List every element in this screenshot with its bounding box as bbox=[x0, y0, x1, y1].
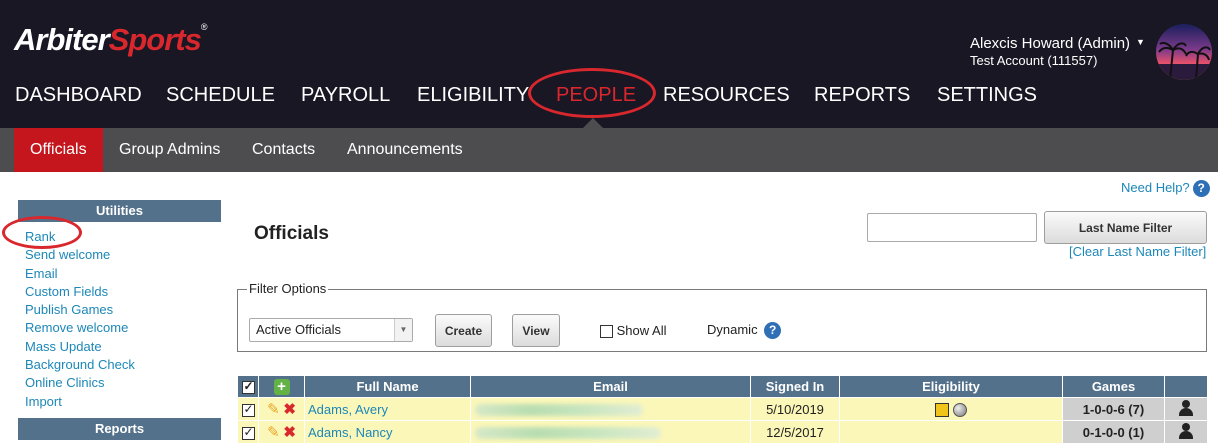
sidebar-link-online-clinics[interactable]: Online Clinics bbox=[25, 374, 135, 392]
person-icon[interactable] bbox=[1177, 399, 1195, 417]
dynamic-option: Dynamic ? bbox=[707, 322, 782, 340]
select-all-checkbox[interactable] bbox=[241, 379, 255, 395]
sidebar-link-email[interactable]: Email bbox=[25, 265, 135, 283]
arbitersports-logo[interactable]: ArbiterSports® bbox=[14, 22, 208, 58]
logo-trademark: ® bbox=[200, 22, 208, 32]
table-row: ✎ ✖ Adams, Nancy 12/5/2017 0-1-0-0 (1) bbox=[237, 420, 1208, 444]
account-name: Test Account (111557) bbox=[970, 53, 1098, 68]
active-nav-pointer bbox=[583, 118, 603, 128]
sidebar-link-custom-fields[interactable]: Custom Fields bbox=[25, 283, 135, 301]
row-full-name[interactable]: Adams, Nancy bbox=[304, 420, 471, 444]
tab-group-admins[interactable]: Group Admins bbox=[103, 128, 236, 172]
filter-select-value: Active Officials bbox=[256, 322, 342, 337]
help-icon[interactable]: ? bbox=[1192, 180, 1210, 198]
add-official-header[interactable]: + bbox=[258, 375, 305, 398]
reports-header: Reports bbox=[18, 418, 221, 440]
table-header-row: + Full Name Email Signed In Eligibility … bbox=[237, 375, 1208, 398]
sidebar-link-mass-update[interactable]: Mass Update bbox=[25, 338, 135, 356]
sidebar-link-import[interactable]: Import bbox=[25, 393, 135, 411]
eligibility-ball-icon[interactable] bbox=[953, 402, 967, 417]
column-signed-in[interactable]: Signed In bbox=[750, 375, 840, 398]
nav-schedule[interactable]: SCHEDULE bbox=[166, 84, 275, 107]
delete-x-icon[interactable]: ✖ bbox=[283, 400, 296, 418]
dynamic-label: Dynamic bbox=[707, 322, 758, 337]
sidebar-link-background-check[interactable]: Background Check bbox=[25, 356, 135, 374]
column-email[interactable]: Email bbox=[470, 375, 751, 398]
need-help-link[interactable]: Need Help?? bbox=[1121, 180, 1210, 198]
dynamic-help-icon[interactable]: ? bbox=[764, 322, 782, 340]
user-menu[interactable]: Alexcis Howard (Admin) ▼ Test Account (1… bbox=[970, 35, 1145, 68]
column-full-name[interactable]: Full Name bbox=[304, 375, 471, 398]
nav-resources[interactable]: RESOURCES bbox=[663, 84, 790, 107]
user-avatar[interactable] bbox=[1156, 24, 1212, 80]
logo-accent-text: Sports bbox=[108, 22, 202, 57]
eligibility-badge-icon[interactable] bbox=[935, 402, 949, 417]
officials-table: + Full Name Email Signed In Eligibility … bbox=[237, 375, 1208, 444]
logo-main-text: Arbiter bbox=[14, 22, 110, 57]
nav-payroll[interactable]: PAYROLL bbox=[301, 84, 390, 107]
filter-select[interactable]: Active Officials ▼ bbox=[249, 318, 413, 342]
show-all-label: Show All bbox=[616, 323, 667, 338]
pencil-icon[interactable]: ✎ bbox=[267, 400, 280, 418]
row-games[interactable]: 1-0-0-6 (7) bbox=[1062, 397, 1165, 421]
rank-highlight-circle bbox=[2, 216, 82, 249]
show-all-checkbox[interactable] bbox=[600, 325, 613, 339]
create-filter-button[interactable]: Create bbox=[435, 314, 492, 347]
sub-nav: Officials Group Admins Contacts Announce… bbox=[0, 128, 1218, 172]
nav-reports[interactable]: REPORTS bbox=[814, 84, 910, 107]
app: ArbiterSports® Alexcis Howard (Admin) ▼ … bbox=[0, 0, 1218, 445]
user-name[interactable]: Alexcis Howard (Admin) bbox=[970, 35, 1130, 52]
top-header: ArbiterSports® Alexcis Howard (Admin) ▼ … bbox=[0, 0, 1218, 128]
clear-last-name-filter-link[interactable]: [Clear Last Name Filter] bbox=[1069, 244, 1206, 259]
nav-settings[interactable]: SETTINGS bbox=[937, 84, 1037, 107]
redacted-email-blur bbox=[475, 404, 643, 417]
delete-x-icon[interactable]: ✖ bbox=[283, 423, 296, 441]
add-plus-icon[interactable]: + bbox=[273, 378, 290, 395]
person-icon[interactable] bbox=[1177, 422, 1195, 440]
row-email-redacted bbox=[470, 397, 751, 421]
row-signed-in: 12/5/2017 bbox=[750, 420, 840, 444]
row-select-cell[interactable] bbox=[237, 420, 259, 444]
people-highlight-circle bbox=[528, 68, 656, 118]
row-eligibility bbox=[839, 397, 1063, 421]
nav-dashboard[interactable]: DASHBOARD bbox=[15, 84, 142, 107]
row-email-redacted bbox=[470, 420, 751, 444]
row-full-name[interactable]: Adams, Avery bbox=[304, 397, 471, 421]
sidebar-link-send-welcome[interactable]: Send welcome bbox=[25, 246, 135, 264]
row-signed-in: 5/10/2019 bbox=[750, 397, 840, 421]
sidebar-link-publish-games[interactable]: Publish Games bbox=[25, 301, 135, 319]
tab-officials[interactable]: Officials bbox=[14, 128, 103, 172]
last-name-filter-button[interactable]: Last Name Filter bbox=[1044, 211, 1207, 244]
row-profile-cell[interactable] bbox=[1164, 420, 1208, 444]
row-select-cell[interactable] bbox=[237, 397, 259, 421]
row-profile-cell[interactable] bbox=[1164, 397, 1208, 421]
nav-eligibility[interactable]: ELIGIBILITY bbox=[417, 84, 529, 107]
row-checkbox[interactable] bbox=[241, 425, 255, 440]
column-games[interactable]: Games bbox=[1062, 375, 1165, 398]
column-eligibility[interactable]: Eligibility bbox=[839, 375, 1063, 398]
view-filter-button[interactable]: View bbox=[512, 314, 560, 347]
chevron-down-icon[interactable]: ▼ bbox=[394, 319, 412, 341]
show-all-option[interactable]: Show All bbox=[600, 323, 667, 339]
row-games[interactable]: 0-1-0-0 (1) bbox=[1062, 420, 1165, 444]
table-row: ✎ ✖ Adams, Avery 5/10/2019 1-0-0-6 (7) bbox=[237, 397, 1208, 421]
page-title: Officials bbox=[254, 223, 329, 244]
utilities-links: Rank Send welcome Email Custom Fields Pu… bbox=[25, 228, 135, 411]
row-actions-cell: ✎ ✖ bbox=[258, 397, 305, 421]
column-profile bbox=[1164, 375, 1208, 398]
tab-contacts[interactable]: Contacts bbox=[236, 128, 331, 172]
tab-announcements[interactable]: Announcements bbox=[331, 128, 479, 172]
pencil-icon[interactable]: ✎ bbox=[267, 423, 280, 441]
palm-tree-sunset-icon bbox=[1156, 41, 1212, 80]
sidebar-link-remove-welcome[interactable]: Remove welcome bbox=[25, 319, 135, 337]
last-name-filter-input[interactable] bbox=[867, 213, 1037, 242]
caret-down-icon[interactable]: ▼ bbox=[1136, 37, 1145, 47]
filter-options-legend: Filter Options bbox=[247, 281, 329, 296]
row-actions-cell: ✎ ✖ bbox=[258, 420, 305, 444]
row-checkbox[interactable] bbox=[241, 402, 255, 417]
row-eligibility bbox=[839, 420, 1063, 444]
need-help-label[interactable]: Need Help? bbox=[1121, 180, 1190, 195]
redacted-email-blur bbox=[475, 427, 661, 440]
select-all-header[interactable] bbox=[237, 375, 259, 398]
